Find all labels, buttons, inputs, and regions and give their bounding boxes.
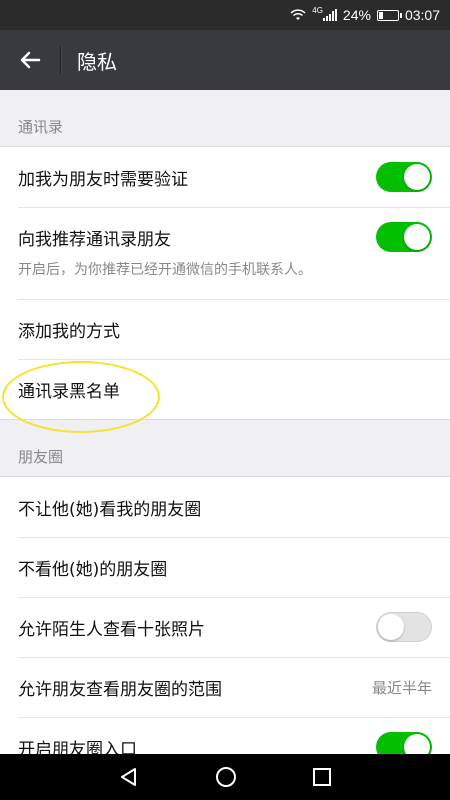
circle-home-icon[interactable] bbox=[215, 766, 237, 788]
visible-range-row[interactable]: 允许朋友查看朋友圈的范围 最近半年 bbox=[0, 657, 450, 717]
signal-icon: 4G bbox=[312, 5, 337, 21]
hide-their-moments-label: 不看他(她)的朋友圈 bbox=[18, 559, 168, 580]
add-methods-row[interactable]: 添加我的方式 bbox=[0, 299, 450, 359]
battery-percent: 24% bbox=[342, 7, 371, 23]
moments-entry-toggle[interactable] bbox=[376, 732, 432, 754]
navigation-bar: 隐私 bbox=[0, 30, 450, 90]
hide-my-moments-row[interactable]: 不让他(她)看我的朋友圈 bbox=[0, 477, 450, 537]
toggle-knob bbox=[404, 224, 430, 250]
moments-group: 不让他(她)看我的朋友圈 不看他(她)的朋友圈 允许陌生人查看十张照片 允许朋友… bbox=[0, 476, 450, 754]
allow-strangers-row[interactable]: 允许陌生人查看十张照片 bbox=[0, 597, 450, 657]
status-bar: 4G 24% 03:07 bbox=[0, 0, 450, 30]
blacklist-row[interactable]: 通讯录黑名单 bbox=[0, 359, 450, 419]
require-verification-toggle[interactable] bbox=[376, 162, 432, 192]
visible-range-value: 最近半年 bbox=[371, 678, 432, 697]
contacts-group: 加我为朋友时需要验证 向我推荐通讯录朋友 开启后，为你推荐已经开通微信的手机联系… bbox=[0, 146, 450, 420]
nav-divider bbox=[60, 46, 61, 74]
recommend-contacts-toggle[interactable] bbox=[376, 222, 432, 252]
arrow-left-icon bbox=[20, 51, 41, 69]
triangle-back-icon[interactable] bbox=[118, 766, 140, 788]
visible-range-label: 允许朋友查看朋友圈的范围 bbox=[18, 679, 222, 700]
network-type: 4G bbox=[312, 5, 323, 15]
add-methods-label: 添加我的方式 bbox=[18, 321, 120, 342]
battery-level bbox=[378, 11, 383, 19]
toggle-knob bbox=[404, 734, 430, 754]
square-recents-icon[interactable] bbox=[312, 767, 332, 787]
clock: 03:07 bbox=[404, 7, 440, 23]
recommend-contacts-label: 向我推荐通讯录朋友 bbox=[18, 229, 171, 250]
toggle-knob bbox=[404, 164, 430, 190]
section-header-moments: 朋友圈 bbox=[18, 448, 64, 466]
moments-entry-row[interactable]: 开启朋友圈入口 bbox=[0, 717, 450, 754]
hide-their-moments-row[interactable]: 不看他(她)的朋友圈 bbox=[0, 537, 450, 597]
section-header-contacts: 通讯录 bbox=[18, 118, 64, 136]
recommend-contacts-row[interactable]: 向我推荐通讯录朋友 开启后，为你推荐已经开通微信的手机联系人。 bbox=[0, 207, 450, 299]
require-verification-label: 加我为朋友时需要验证 bbox=[18, 169, 188, 190]
require-verification-row[interactable]: 加我为朋友时需要验证 bbox=[0, 147, 450, 207]
settings-list[interactable]: 通讯录 加我为朋友时需要验证 向我推荐通讯录朋友 开启后，为你推荐已经开通微信的… bbox=[0, 90, 450, 754]
blacklist-label: 通讯录黑名单 bbox=[18, 381, 120, 402]
wifi-icon bbox=[290, 9, 306, 21]
hide-my-moments-label: 不让他(她)看我的朋友圈 bbox=[18, 499, 202, 520]
recommend-contacts-description: 开启后，为你推荐已经开通微信的手机联系人。 bbox=[18, 262, 312, 278]
toggle-knob bbox=[378, 614, 404, 640]
page-title: 隐私 bbox=[77, 49, 117, 74]
allow-strangers-toggle[interactable] bbox=[376, 612, 432, 642]
battery-icon bbox=[376, 9, 402, 21]
back-button[interactable] bbox=[0, 30, 60, 90]
moments-entry-label: 开启朋友圈入口 bbox=[18, 739, 137, 755]
allow-strangers-label: 允许陌生人查看十张照片 bbox=[18, 619, 205, 640]
system-navigation-bar bbox=[0, 754, 450, 800]
